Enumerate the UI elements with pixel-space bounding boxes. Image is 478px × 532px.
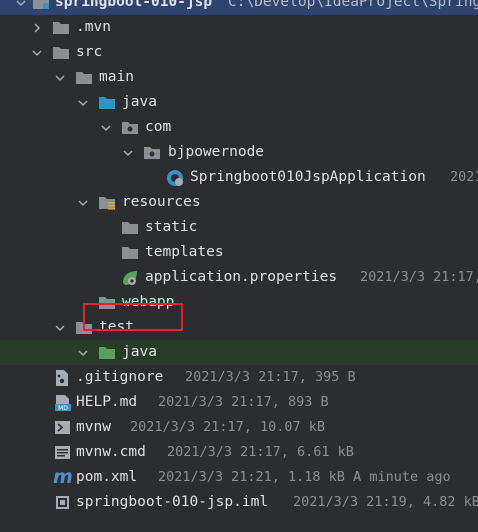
gitignore-file-icon [54, 369, 72, 386]
chevron-down-icon[interactable] [76, 90, 90, 115]
tree-row-gitignore[interactable]: .gitignore 2021/3/3 21:17, 395 B [0, 365, 478, 390]
tree-row-mvn[interactable]: .mvn [0, 15, 478, 40]
tree-row-static[interactable]: static [0, 215, 478, 240]
file-label: application.properties [145, 269, 338, 285]
markdown-file-icon: MD [54, 394, 72, 412]
folder-icon [52, 44, 70, 61]
tree-row-help-md[interactable]: MD HELP.md 2021/3/3 21:17, 893 B [0, 390, 478, 415]
tree-row-src[interactable]: src [0, 40, 478, 65]
folder-label: static [145, 219, 198, 235]
tree-row-application-properties[interactable]: application.properties 2021/3/3 21:17, 4 [0, 265, 478, 290]
file-meta: 2021/3/3 21:17, 395 B [185, 369, 356, 385]
file-meta: 2021/3 [450, 169, 478, 185]
source-folder-icon [98, 94, 116, 111]
folder-label: java [122, 94, 157, 110]
package-icon [121, 119, 139, 136]
resources-folder-icon [98, 194, 116, 211]
folder-label: main [99, 69, 134, 85]
chevron-down-icon[interactable] [121, 140, 135, 165]
chevron-down-icon[interactable] [53, 65, 67, 90]
tree-row-pom-xml[interactable]: m pom.xml 2021/3/3 21:21, 1.18 kB A minu… [0, 465, 478, 490]
tree-row-com[interactable]: com [0, 115, 478, 140]
maven-pom-icon: m [53, 466, 75, 488]
package-icon [143, 144, 161, 161]
chevron-down-icon[interactable] [53, 315, 67, 340]
md-badge-text: MD [58, 405, 68, 412]
tree-row-resources[interactable]: resources [0, 190, 478, 215]
tree-row-mvnw-cmd[interactable]: mvnw.cmd 2021/3/3 21:17, 6.61 kB [0, 440, 478, 465]
file-label: HELP.md [76, 394, 138, 410]
tree-row-main[interactable]: main [0, 65, 478, 90]
webapp-highlight-box [83, 303, 183, 331]
file-label: mvnw [76, 419, 111, 435]
folder-label: .mvn [76, 19, 111, 35]
file-meta: 2021/3/3 21:21, 1.18 kB A minute ago [158, 469, 451, 485]
folder-label: templates [145, 244, 224, 260]
root-label: springboot-010-jsp [55, 0, 213, 10]
tree-row-bjpowernode[interactable]: bjpowernode [0, 140, 478, 165]
test-source-folder-icon [98, 344, 116, 361]
folder-icon [121, 219, 139, 236]
tree-row-test[interactable]: test [0, 315, 478, 340]
file-label: mvnw.cmd [76, 444, 146, 460]
chevron-down-icon[interactable] [14, 0, 28, 15]
file-label: pom.xml [76, 469, 138, 485]
folder-label: src [76, 44, 103, 60]
tree-row-templates[interactable]: templates [0, 240, 478, 265]
text-file-icon [54, 444, 72, 461]
folder-icon [121, 244, 139, 261]
tree-row-webapp[interactable]: webapp [0, 290, 478, 315]
tree-row-iml[interactable]: springboot-010-jsp.iml 2021/3/3 21:19, 4… [0, 490, 478, 515]
tree-row-root[interactable]: springboot-010-jsp C:\Develop\IdeaProjec… [0, 0, 478, 15]
package-label: com [145, 119, 172, 135]
package-label: bjpowernode [168, 144, 265, 160]
file-meta: 2021/3/3 21:19, 4.82 kB [293, 494, 478, 510]
module-file-icon [54, 494, 72, 511]
folder-icon [52, 19, 70, 36]
maven-m-glyph: m [53, 466, 73, 488]
file-meta: 2021/3/3 21:17, 893 B [158, 394, 329, 410]
file-meta: 2021/3/3 21:17, 6.61 kB [167, 444, 354, 460]
module-folder-icon [32, 0, 50, 11]
chevron-down-icon[interactable] [30, 40, 44, 65]
file-meta: 2021/3/3 21:17, 10.07 kB [130, 419, 326, 435]
spring-boot-class-icon [166, 169, 184, 186]
folder-label: resources [122, 194, 201, 210]
folder-icon [75, 69, 93, 86]
chevron-right-icon[interactable] [30, 15, 44, 40]
class-label: Springboot010JspApplication [190, 169, 426, 185]
chevron-down-icon[interactable] [99, 115, 113, 140]
chevron-down-icon[interactable] [76, 190, 90, 215]
root-path: C:\Develop\IdeaProject\Springboot [228, 0, 478, 10]
tree-row-test-java[interactable]: java [0, 340, 478, 365]
chevron-down-icon[interactable] [76, 340, 90, 365]
file-label: springboot-010-jsp.iml [76, 494, 269, 510]
file-label: .gitignore [76, 369, 164, 385]
spring-properties-icon [121, 269, 139, 286]
tree-row-mvnw[interactable]: mvnw 2021/3/3 21:17, 10.07 kB [0, 415, 478, 440]
project-tree: springboot-010-jsp C:\Develop\IdeaProjec… [0, 0, 478, 525]
file-meta: 2021/3/3 21:17, 4 [360, 269, 478, 285]
tree-row-java[interactable]: java [0, 90, 478, 115]
shell-script-icon [54, 419, 72, 436]
folder-label: java [122, 344, 157, 360]
tree-row-application-class[interactable]: Springboot010JspApplication 2021/3 [0, 165, 478, 190]
